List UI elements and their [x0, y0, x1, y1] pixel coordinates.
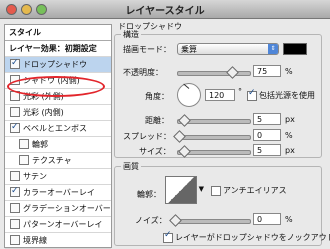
style-item-pattern-overlay[interactable]: パターンオーバーレイ — [5, 217, 111, 233]
style-item-label: テクスチャ — [32, 156, 72, 165]
style-item-color-overlay[interactable]: カラーオーバーレイ — [5, 185, 111, 201]
opacity-slider-handle[interactable] — [226, 66, 239, 79]
global-light-label: 包括光源を使用 — [259, 91, 315, 100]
angle-dial[interactable] — [177, 83, 201, 107]
distance-input[interactable]: 5 — [253, 113, 281, 125]
styles-header[interactable]: スタイル — [5, 25, 111, 41]
style-item-label: カラーオーバーレイ — [23, 188, 95, 197]
size-unit: px — [285, 146, 295, 155]
layer-style-window: レイヤースタイル スタイル レイヤー効果：初期設定 ドロップシャドウ シャドウ … — [0, 0, 330, 249]
style-item-label: ベベルとエンボス — [23, 124, 87, 133]
drop-shadow-checkbox[interactable] — [10, 57, 20, 71]
texture-checkbox[interactable] — [19, 154, 29, 165]
contour-checkbox[interactable] — [19, 138, 29, 149]
styles-list: スタイル レイヤー効果：初期設定 ドロップシャドウ シャドウ (内側) 光彩 (… — [4, 24, 112, 249]
noise-input[interactable]: 0 — [253, 213, 281, 225]
style-item-label: ドロップシャドウ — [23, 60, 87, 69]
noise-label: ノイズ： — [135, 216, 167, 225]
spread-unit: % — [285, 131, 293, 140]
noise-slider-handle[interactable] — [169, 214, 182, 227]
angle-input[interactable]: 120 — [205, 89, 235, 101]
spread-input[interactable]: 0 — [253, 129, 281, 141]
satin-checkbox[interactable] — [10, 170, 20, 181]
style-item-label: 輪郭 — [32, 140, 48, 149]
opacity-slider[interactable] — [177, 66, 251, 79]
bevel-emboss-checkbox[interactable] — [10, 121, 20, 135]
gradient-overlay-checkbox[interactable] — [10, 202, 20, 213]
distance-slider[interactable] — [177, 114, 251, 127]
style-item-label: 光彩 (内側) — [23, 108, 64, 117]
style-item-texture[interactable]: テクスチャ — [5, 153, 111, 169]
style-item-label: サテン — [23, 172, 47, 181]
contour-picker[interactable]: ▼ — [165, 176, 204, 204]
distance-unit: px — [285, 115, 295, 124]
spread-slider-handle[interactable] — [173, 130, 186, 143]
style-item-gradient-overlay[interactable]: グラデーションオーバーレイ — [5, 201, 111, 217]
style-item-drop-shadow[interactable]: ドロップシャドウ — [5, 57, 111, 73]
pattern-overlay-checkbox[interactable] — [10, 218, 20, 229]
blend-mode-select[interactable]: 乗算 ⇕ — [177, 43, 279, 55]
blend-mode-value: 乗算 — [181, 45, 197, 54]
style-item-bevel-emboss[interactable]: ベベルとエンボス — [5, 121, 111, 137]
distance-label: 距離： — [145, 116, 169, 125]
quality-title: 画質 — [121, 161, 141, 172]
angle-unit: ° — [238, 87, 242, 96]
title-bar[interactable]: レイヤースタイル — [0, 0, 330, 19]
structure-group: 構造 描画モード： 乗算 ⇕ 不透明度： 75 % 角度： 120 ° 包括光源… — [114, 29, 322, 158]
global-light-checkbox[interactable] — [247, 88, 257, 101]
antialias-label: アンチエイリアス — [223, 186, 287, 195]
style-item-label: レイヤー効果：初期設定 — [9, 44, 97, 53]
style-item-contour[interactable]: 輪郭 — [5, 137, 111, 153]
contour-label: 輪郭： — [137, 190, 161, 199]
noise-slider[interactable] — [169, 214, 251, 227]
styles-header-label: スタイル — [9, 28, 41, 37]
style-item-label: グラデーションオーバーレイ — [23, 204, 111, 213]
style-item-satin[interactable]: サテン — [5, 169, 111, 185]
drop-shadow-panel: ドロップシャドウ 構造 描画モード： 乗算 ⇕ 不透明度： 75 % 角度： 1… — [114, 22, 330, 246]
opacity-label: 不透明度： — [123, 68, 163, 77]
opacity-input[interactable]: 75 — [253, 65, 281, 77]
chevron-updown-icon: ⇕ — [268, 44, 278, 54]
shadow-color-swatch[interactable] — [283, 43, 307, 55]
spread-slider[interactable] — [173, 130, 251, 143]
size-slider-handle[interactable] — [178, 145, 191, 158]
noise-unit: % — [285, 215, 293, 224]
window-title: レイヤースタイル — [125, 6, 205, 17]
knockout-checkbox[interactable] — [163, 230, 173, 243]
size-label: サイズ： — [139, 147, 171, 156]
size-input[interactable]: 5 — [253, 144, 281, 156]
style-item-stroke[interactable]: 境界線 — [5, 233, 111, 249]
quality-group: 画質 輪郭： ▼ アンチエイリアス ノイズ： 0 % レイヤーがドロップシャドウ… — [114, 161, 330, 246]
chevron-down-icon: ▼ — [198, 185, 204, 193]
antialias-checkbox[interactable] — [211, 186, 221, 196]
blend-mode-label: 描画モード： — [123, 45, 171, 54]
color-overlay-checkbox[interactable] — [10, 185, 20, 199]
knockout-label: レイヤーがドロップシャドウをノックアウト — [175, 233, 330, 242]
structure-title: 構造 — [121, 29, 141, 40]
highlight-annotation — [7, 76, 105, 97]
style-item-label: 境界線 — [23, 236, 47, 245]
style-item-label: パターンオーバーレイ — [23, 220, 103, 229]
spread-label: スプレッド： — [123, 132, 171, 141]
size-slider[interactable] — [177, 145, 251, 158]
inner-glow-checkbox[interactable] — [10, 106, 20, 117]
stroke-checkbox[interactable] — [10, 234, 20, 245]
style-item-inner-glow[interactable]: 光彩 (内側) — [5, 105, 111, 121]
angle-label: 角度： — [145, 92, 169, 101]
distance-slider-handle[interactable] — [178, 114, 191, 127]
opacity-unit: % — [285, 67, 293, 76]
style-item-blending-options[interactable]: レイヤー効果：初期設定 — [5, 41, 111, 57]
